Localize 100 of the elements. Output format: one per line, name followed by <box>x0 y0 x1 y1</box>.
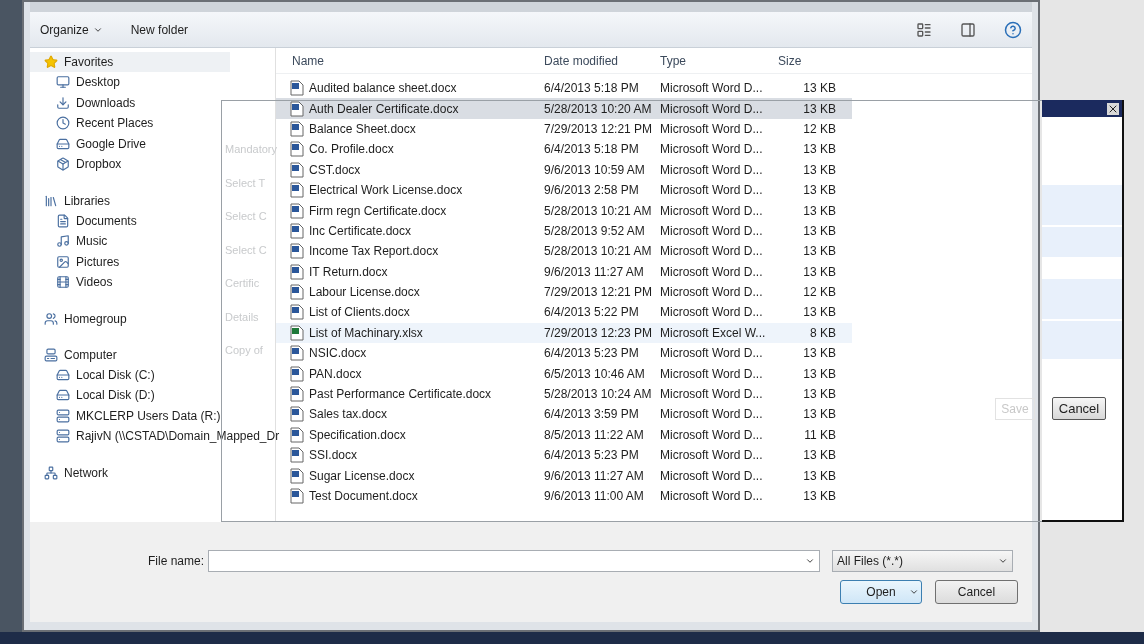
file-row[interactable]: Test Document.docx 9/6/2013 11:00 AM Microsoft Word D... 13 KB <box>276 485 852 507</box>
file-row[interactable]: Balance Sheet.docx 7/29/2013 12:21 PM Microsoft Word D... 12 KB <box>276 118 852 140</box>
date-cell-text: 6/4/2013 5:23 PM <box>543 447 640 465</box>
nav-group[interactable]: Homegroup <box>30 308 135 329</box>
file-row[interactable]: Co. Profile.docx 6/4/2013 5:18 PM Microsoft Word D... 13 KB <box>276 139 852 160</box>
size-cell-text: 13 KB <box>802 202 836 220</box>
nav-item[interactable]: Documents <box>30 210 145 231</box>
file-name: Auth Dealer Certificate.docx <box>309 100 459 118</box>
document-icon <box>290 426 304 443</box>
document-icon <box>290 182 304 199</box>
file-row[interactable]: NSIC.docx 6/4/2013 5:23 PM Microsoft Word D... 13 KB <box>276 343 852 364</box>
document-icon <box>290 365 304 382</box>
date-cell-text: 5/28/2013 9:52 AM <box>543 222 646 240</box>
date-cell-text: 9/6/2013 2:58 PM <box>543 182 640 200</box>
date-cell-text: 8/5/2013 11:22 AM <box>543 426 645 444</box>
file-type-dropdown[interactable]: All Files (*.*) <box>832 550 1013 572</box>
file-row[interactable]: List of Clients.docx 6/4/2013 5:22 PM Microsoft Word D... 13 KB <box>276 302 852 323</box>
file-name: PAN.docx <box>309 365 362 383</box>
date-cell-text: 6/4/2013 5:18 PM <box>543 80 640 98</box>
type-cell-text: Microsoft Word D... <box>659 100 764 118</box>
nav-item[interactable]: Local Disk (D:) <box>30 385 163 406</box>
size-cell-text: 13 KB <box>802 141 836 159</box>
type-cell-text: Microsoft Word D... <box>659 467 764 485</box>
file-row[interactable]: PAN.docx 6/5/2013 10:46 AM Microsoft Word D... 13 KB <box>276 363 852 384</box>
organize-menu[interactable]: Organize <box>40 20 103 39</box>
column-header[interactable]: Size <box>772 51 852 70</box>
document-icon <box>290 80 304 97</box>
type-cell-text: Microsoft Word D... <box>659 447 764 465</box>
document-icon <box>290 141 304 158</box>
location-icon <box>56 157 70 172</box>
file-row[interactable]: Auth Dealer Certificate.docx 5/28/2013 10:20 AM Microsoft Word D... 13 KB <box>276 98 852 119</box>
nav-group[interactable]: Libraries <box>30 190 119 211</box>
location-icon <box>56 429 70 444</box>
help-icon[interactable] <box>1004 20 1022 39</box>
type-cell-text: Microsoft Word D... <box>659 161 764 179</box>
date-cell-text: 9/6/2013 10:59 AM <box>543 161 646 179</box>
group-icon <box>44 193 58 208</box>
file-name: Test Document.docx <box>309 488 418 505</box>
cancel-button[interactable]: Cancel <box>1052 397 1106 420</box>
document-icon <box>290 243 304 260</box>
file-name: Audited balance sheet.docx <box>309 80 457 98</box>
nav-group[interactable]: Computer <box>30 344 125 365</box>
date-cell-text: 9/6/2013 11:00 AM <box>543 488 645 505</box>
nav-group[interactable]: Favorites <box>30 52 230 72</box>
file-row[interactable]: SSI.docx 6/4/2013 5:23 PM Microsoft Word D... 13 KB <box>276 445 852 466</box>
nav-item[interactable]: Music <box>30 231 116 252</box>
nav-item[interactable]: RajivN (\\CSTAD\Domain_Mapped_Dr <box>30 426 288 447</box>
file-name: Electrical Work License.docx <box>309 182 463 200</box>
type-cell-text: Microsoft Word D... <box>659 488 764 505</box>
column-header[interactable]: Type <box>654 51 772 70</box>
file-row[interactable]: Firm regn Certificate.docx 5/28/2013 10:21 AM Microsoft Word D... 13 KB <box>276 200 852 221</box>
open-button[interactable]: Open <box>840 580 922 604</box>
nav-item[interactable]: Pictures <box>30 251 128 272</box>
date-cell-text: 5/28/2013 10:21 AM <box>543 243 653 261</box>
file-row[interactable]: CST.docx 9/6/2013 10:59 AM Microsoft Word D... 13 KB <box>276 159 852 180</box>
size-cell-text: 12 KB <box>802 284 836 302</box>
column-header[interactable]: Date modified <box>538 51 654 70</box>
nav-group[interactable]: Network <box>30 462 116 483</box>
type-cell-text: Microsoft Word D... <box>659 304 764 322</box>
view-icon[interactable] <box>916 21 932 38</box>
size-cell-text: 12 KB <box>802 120 836 138</box>
date-cell-text: 6/4/2013 5:22 PM <box>543 304 640 322</box>
document-icon <box>290 120 304 137</box>
nav-item[interactable]: Downloads <box>30 92 144 113</box>
size-cell-text: 13 KB <box>802 222 836 240</box>
file-row[interactable]: Past Performance Certificate.docx 5/28/2013 10:24 AM Microsoft Word D... 13 KB <box>276 383 852 405</box>
nav-item[interactable]: MKCLERP Users Data (R:) <box>30 405 229 426</box>
close-icon[interactable] <box>1107 102 1119 115</box>
file-row[interactable]: Sugar License.docx 9/6/2013 11:27 AM Microsoft Word D... 13 KB <box>276 465 852 486</box>
size-cell-text: 13 KB <box>802 488 836 505</box>
type-cell-text: Microsoft Word D... <box>659 222 764 240</box>
file-row[interactable]: Sales tax.docx 6/4/2013 3:59 PM Microsoft Word D... 13 KB <box>276 404 852 425</box>
size-cell-text: 13 KB <box>802 263 836 281</box>
nav-item[interactable]: Local Disk (C:) <box>30 364 163 385</box>
type-cell-text: Microsoft Word D... <box>659 386 764 404</box>
file-row[interactable]: Audited balance sheet.docx 6/4/2013 5:18 PM Microsoft Word D... 13 KB <box>276 78 852 99</box>
nav-item[interactable]: Recent Places <box>30 113 162 134</box>
location-icon <box>56 136 70 151</box>
date-cell-text: 9/6/2013 11:27 AM <box>543 263 645 281</box>
nav-item[interactable]: Videos <box>30 272 121 293</box>
file-row[interactable]: Income Tax Report.docx 5/28/2013 10:21 AM Microsoft Word D... 13 KB <box>276 241 852 262</box>
date-cell-text: 5/28/2013 10:21 AM <box>543 202 653 220</box>
column-header[interactable]: Name <box>276 51 538 70</box>
nav-item[interactable]: Desktop <box>30 72 129 93</box>
file-row[interactable]: List of Machinary.xlsx 7/29/2013 12:23 PM Microsoft Excel W... 8 KB <box>276 322 852 344</box>
date-cell-text: 6/4/2013 5:23 PM <box>543 345 640 363</box>
cancel-button[interactable]: Cancel <box>935 580 1018 604</box>
new-folder-button[interactable]: New folder <box>130 20 189 39</box>
file-row[interactable]: Electrical Work License.docx 9/6/2013 2:58 PM Microsoft Word D... 13 KB <box>276 179 852 201</box>
type-cell-text: Microsoft Word D... <box>659 120 764 138</box>
nav-item[interactable]: Google Drive <box>30 133 155 154</box>
preview-pane-icon[interactable] <box>960 21 976 38</box>
nav-item[interactable]: Dropbox <box>30 154 130 175</box>
type-cell-text: Microsoft Word D... <box>659 141 764 159</box>
type-cell-text: Microsoft Word D... <box>659 202 764 220</box>
file-row[interactable]: IT Return.docx 9/6/2013 11:27 AM Microsoft Word D... 13 KB <box>276 261 852 282</box>
file-row[interactable]: Labour License.docx 7/29/2013 12:21 PM Microsoft Word D... 12 KB <box>276 281 852 303</box>
file-name-field[interactable] <box>208 550 820 572</box>
size-cell-text: 13 KB <box>802 161 836 179</box>
file-row[interactable]: Inc Certificate.docx 5/28/2013 9:52 AM Microsoft Word D... 13 KB <box>276 220 852 242</box>
